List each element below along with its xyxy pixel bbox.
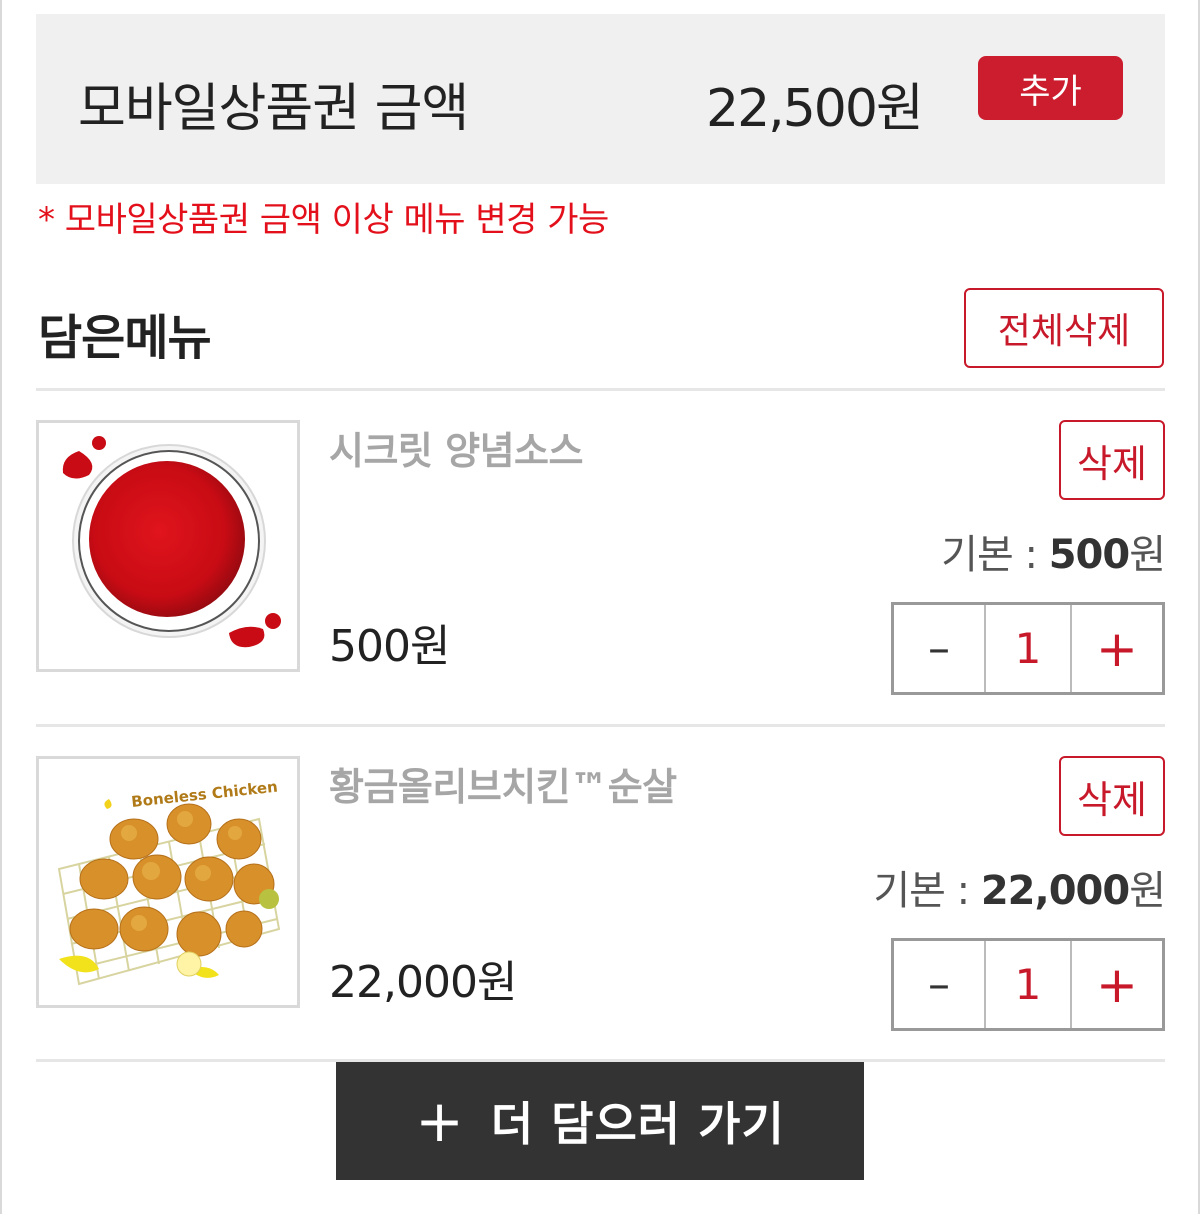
item-name: 시크릿 양념소스	[329, 429, 583, 473]
base-price-unit: 원	[1129, 868, 1166, 914]
increase-quantity-button[interactable]: +	[1072, 941, 1162, 1028]
clear-all-button[interactable]: 전체삭제	[964, 288, 1164, 368]
increase-quantity-button[interactable]: +	[1072, 605, 1162, 692]
base-price-value: 500	[1048, 532, 1130, 578]
item-price: 22,000원	[329, 957, 517, 1008]
chicken-image: Boneless Chicken	[57, 778, 281, 986]
add-more-label: 더 담으러 가기	[490, 1097, 785, 1151]
quantity-value: 1	[986, 605, 1072, 692]
base-price-label: 기본 :	[941, 532, 1049, 578]
sauce-image	[62, 436, 281, 648]
base-price: 기본 : 500원	[941, 522, 1166, 580]
add-voucher-button[interactable]: 추가	[978, 56, 1123, 120]
voucher-amount: 22,500원	[706, 79, 924, 139]
item-name: 황금올리브치킨™순살	[329, 765, 677, 809]
base-price-value: 22,000	[980, 868, 1130, 914]
quantity-stepper: – 1 +	[891, 602, 1165, 695]
base-price-unit: 원	[1129, 532, 1166, 578]
voucher-notice: * 모바일상품권 금액 이상 메뉴 변경 가능	[38, 200, 609, 240]
cart-item: 시크릿 양념소스 500원 삭제 기본 : 500원 – 1 +	[36, 420, 1166, 720]
base-price-label: 기본 :	[873, 868, 981, 914]
delete-item-button[interactable]: 삭제	[1059, 756, 1165, 836]
voucher-label: 모바일상품권 금액	[78, 79, 469, 139]
plus-icon: +	[415, 1087, 465, 1155]
item-price: 500원	[329, 621, 450, 672]
delete-item-button[interactable]: 삭제	[1059, 420, 1165, 500]
cart-title: 담은메뉴	[38, 310, 212, 366]
quantity-value: 1	[986, 941, 1072, 1028]
voucher-summary: 모바일상품권 금액 22,500원 추가	[36, 14, 1165, 184]
divider	[36, 724, 1165, 727]
chicken-thumbnail: Boneless Chicken	[36, 756, 300, 1008]
base-price: 기본 : 22,000원	[873, 858, 1166, 916]
image-text: Boneless Chicken	[130, 778, 278, 811]
decrease-quantity-button[interactable]: –	[894, 941, 986, 1028]
quantity-stepper: – 1 +	[891, 938, 1165, 1031]
sauce-thumbnail	[36, 420, 300, 672]
add-more-menu-button[interactable]: + 더 담으러 가기	[336, 1062, 864, 1180]
decrease-quantity-button[interactable]: –	[894, 605, 986, 692]
divider	[36, 388, 1165, 391]
cart-item: Boneless Chicken 황금올리브치킨™순살 22,000원 삭제 기…	[36, 756, 1166, 1056]
